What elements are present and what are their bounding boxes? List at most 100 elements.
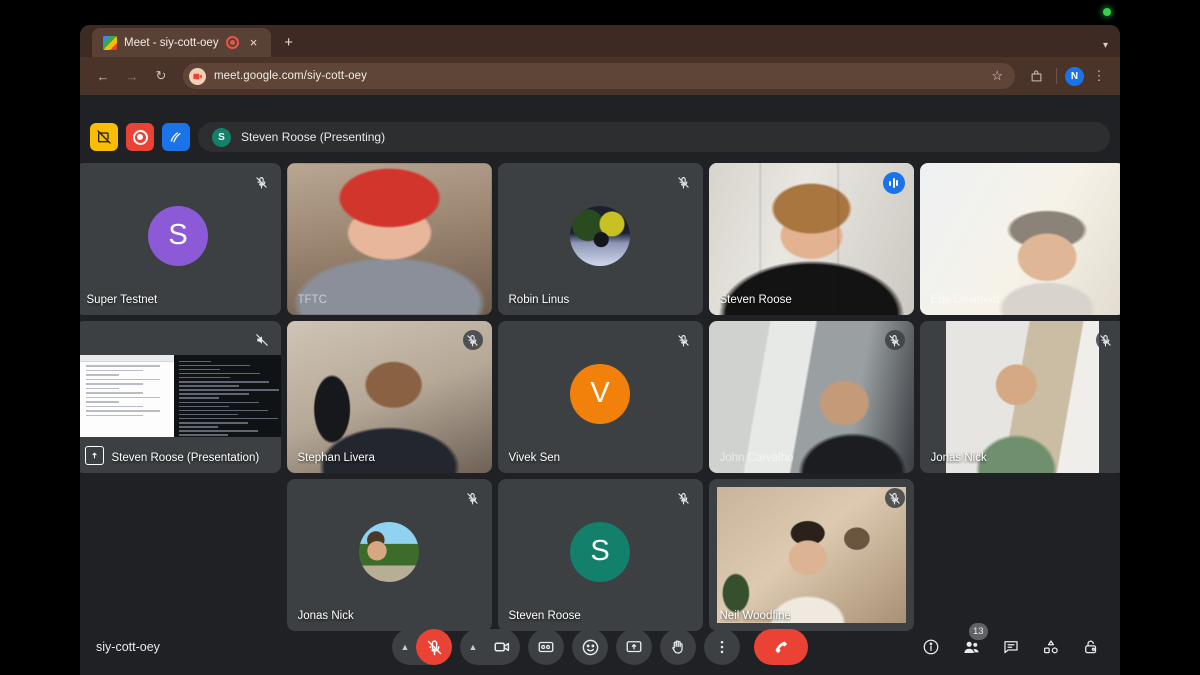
people-count-badge: 13 [969, 623, 988, 640]
mic-off-icon[interactable] [416, 629, 452, 665]
participant-row: Jonas Nick S Steven Roose Neil Woodfine [80, 479, 1120, 631]
closed-captions-icon[interactable] [528, 629, 564, 665]
participant-tile[interactable]: TFTC [286, 163, 492, 315]
google-meet-app: S Steven Roose (Presenting) S Super Testn… [80, 95, 1120, 675]
microphone-options-caret[interactable]: ▲ [394, 629, 416, 665]
participant-name: Neil Woodfine [719, 610, 791, 622]
people-icon[interactable]: 13 [956, 623, 988, 662]
present-screen-icon [84, 446, 104, 465]
participant-video [286, 163, 492, 315]
camera-icon[interactable] [484, 629, 520, 665]
participant-name: Steven Roose [719, 294, 792, 306]
participant-name: Jonas Nick [297, 610, 354, 622]
site-favicon-icon [189, 67, 206, 85]
extensions-icon[interactable] [1024, 64, 1048, 88]
mic-off-icon [884, 488, 905, 508]
mic-off-icon [462, 330, 483, 350]
shared-terminal [173, 355, 281, 437]
presenting-banner: S Steven Roose (Presenting) [90, 120, 1110, 154]
participant-tile[interactable]: Steven Roose (Presentation) [80, 321, 281, 473]
camera-control[interactable]: ▲ [460, 629, 520, 665]
microphone-control[interactable]: ▲ [392, 629, 452, 665]
address-bar[interactable]: meet.google.com/siy-cott-oey ☆ [183, 63, 1015, 89]
participant-tile[interactable]: Steven Roose [708, 163, 914, 315]
tab-strip: Meet - siy-cott-oey × + ▾ [80, 25, 1120, 57]
chat-icon[interactable] [996, 632, 1026, 662]
speaker-off-icon [251, 330, 272, 350]
participant-name: Erik Desmedt [930, 294, 1000, 306]
close-icon[interactable]: × [246, 35, 262, 51]
browser-tab[interactable]: Meet - siy-cott-oey × [92, 28, 271, 57]
camera-options-caret[interactable]: ▲ [462, 629, 484, 665]
participant-tile[interactable]: Neil Woodfine [708, 479, 914, 631]
end-call-icon[interactable] [754, 629, 808, 665]
present-now-icon[interactable] [616, 629, 652, 665]
participant-tile[interactable]: Jonas Nick [919, 321, 1120, 473]
avatar [570, 205, 630, 266]
avatar [359, 521, 419, 582]
mic-off-icon [252, 172, 272, 192]
participant-video [919, 163, 1120, 315]
desktop-background: Meet - siy-cott-oey × + ▾ ← → ↻ meet.goo… [0, 0, 1200, 675]
browser-window: Meet - siy-cott-oey × + ▾ ← → ↻ meet.goo… [80, 25, 1120, 675]
annotate-pen-icon[interactable] [162, 123, 190, 151]
chrome-menu-icon[interactable]: ⋮ [1088, 68, 1110, 84]
browser-toolbar: ← → ↻ meet.google.com/siy-cott-oey ☆ N ⋮ [80, 57, 1120, 95]
participant-name: Super Testnet [86, 294, 158, 306]
new-tab-button[interactable]: + [281, 35, 297, 51]
shared-document [80, 355, 174, 437]
chrome-right-actions: N ⋮ [1024, 64, 1110, 88]
participant-tile[interactable]: Robin Linus [497, 163, 703, 315]
mic-off-icon [1095, 330, 1116, 350]
participant-tile[interactable]: V Vivek Sen [497, 321, 703, 473]
tab-recording-icon[interactable] [225, 36, 239, 49]
avatar: V [570, 363, 630, 424]
participant-name: Steven Roose (Presentation) [111, 452, 260, 464]
record-icon[interactable] [126, 123, 154, 151]
participant-row: S Super Testnet TFTC Robin Linus Steven Roos… [80, 163, 1120, 315]
back-button[interactable]: ← [90, 63, 116, 89]
avatar: S [148, 205, 208, 266]
participant-video [708, 321, 914, 473]
raise-hand-icon[interactable] [660, 629, 696, 665]
center-controls: ▲ ▲ [392, 629, 808, 665]
speaking-indicator-icon [882, 172, 905, 194]
emoji-smile-icon[interactable] [572, 629, 608, 665]
participant-name: Steven Roose [508, 610, 581, 622]
forward-button[interactable]: → [119, 63, 145, 89]
presenting-status-pill: S Steven Roose (Presenting) [198, 122, 1110, 152]
reload-button[interactable]: ↻ [148, 63, 174, 89]
info-icon[interactable] [916, 632, 946, 662]
google-meet-favicon [103, 35, 117, 50]
mic-off-icon [884, 330, 905, 350]
participant-name: John Carvalho [719, 452, 794, 464]
bookmark-star-icon[interactable]: ☆ [991, 68, 1003, 84]
host-lock-icon[interactable] [1076, 632, 1106, 662]
participant-tile[interactable]: S Super Testnet [80, 163, 281, 315]
participant-tile[interactable]: Erik Desmedt [919, 163, 1120, 315]
camera-in-use-indicator [1103, 8, 1111, 16]
participant-tile[interactable]: John Carvalho [708, 321, 914, 473]
participant-name: Robin Linus [508, 294, 570, 306]
chevron-down-icon[interactable]: ▾ [1103, 40, 1108, 51]
avatar: S [570, 521, 630, 582]
mic-off-icon [463, 488, 483, 508]
screen-share-preview [80, 355, 281, 437]
mic-off-icon [674, 330, 694, 350]
participant-name: Jonas Nick [930, 452, 987, 464]
toolbar-divider [1056, 68, 1057, 84]
participant-name: TFTC [297, 294, 327, 306]
profile-avatar[interactable]: N [1065, 66, 1084, 86]
participant-grid: S Super Testnet TFTC Robin Linus Steven Roos… [80, 163, 1120, 637]
participant-video [716, 487, 906, 623]
activities-icon[interactable] [1036, 632, 1066, 662]
tab-title: Meet - siy-cott-oey [124, 36, 219, 49]
more-vertical-icon[interactable] [704, 629, 740, 665]
participant-video [945, 321, 1099, 473]
participant-name: Vivek Sen [508, 452, 561, 464]
presenter-avatar: S [212, 127, 231, 147]
participant-tile[interactable]: Jonas Nick [286, 479, 492, 631]
participant-tile[interactable]: Stephan Livera [286, 321, 492, 473]
stop-presenting-icon[interactable] [90, 123, 118, 151]
participant-tile[interactable]: S Steven Roose [497, 479, 703, 631]
